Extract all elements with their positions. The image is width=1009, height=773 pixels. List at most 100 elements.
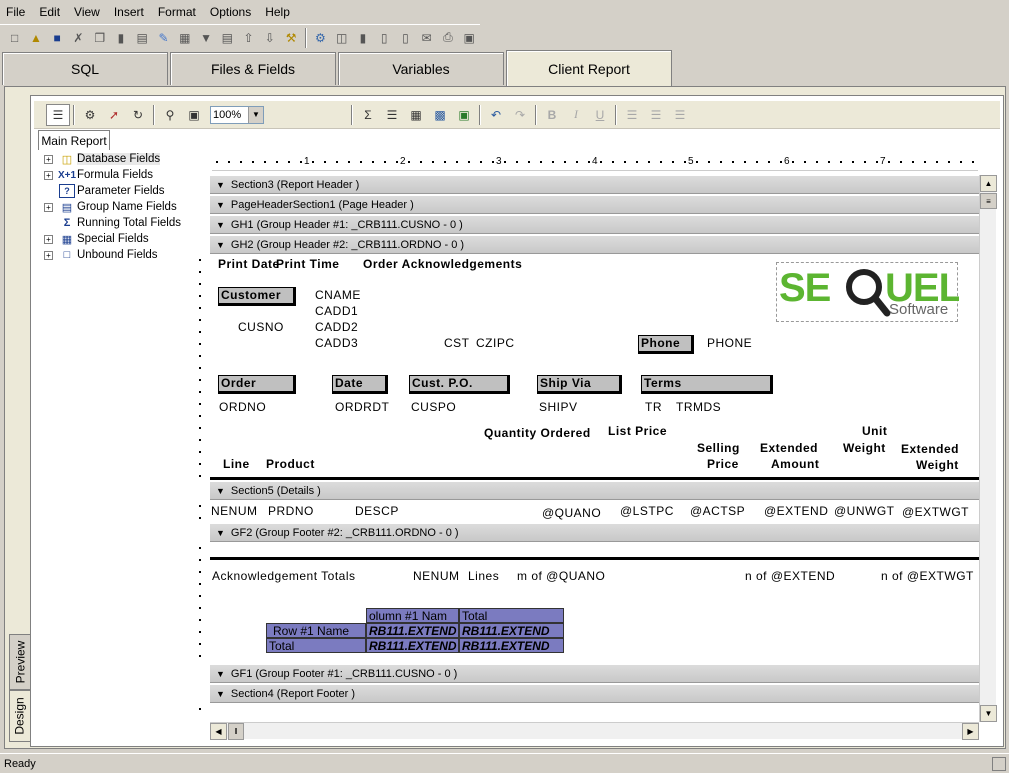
vertical-scrollbar[interactable]: ▲ ≡ ▼	[979, 175, 997, 722]
mail-icon[interactable]: ✉	[416, 27, 437, 49]
tab-sql[interactable]: SQL	[2, 52, 168, 85]
crosstab-total-row-header[interactable]: Total	[266, 638, 366, 653]
field-prdno[interactable]: PRDNO	[268, 504, 314, 518]
column-header-product[interactable]: Product	[266, 457, 315, 471]
tab-design[interactable]: Design	[9, 690, 31, 742]
section-group-footer-2[interactable]: ▼ GF2 (Group Footer #2: _CRB111.ORDNO - 0…	[210, 523, 979, 542]
sum-icon[interactable]: Σ	[356, 104, 380, 126]
crosstab-cell-total[interactable]: RB111.EXTEND	[459, 623, 564, 638]
column-header-weight[interactable]: Weight	[843, 441, 886, 455]
label-terms[interactable]: Terms	[641, 375, 773, 394]
label-cust-po[interactable]: Cust. P.O.	[409, 375, 510, 394]
resize-grip-icon[interactable]	[992, 757, 1006, 771]
menu-edit[interactable]: Edit	[39, 5, 60, 19]
collapse-icon[interactable]: ▼	[216, 180, 225, 190]
label-customer[interactable]: Customer	[218, 287, 296, 306]
footer-divider-line[interactable]	[210, 557, 979, 560]
field-extwgt[interactable]: @EXTWGT	[902, 505, 969, 519]
expand-icon[interactable]: +	[44, 170, 53, 180]
menu-help[interactable]: Help	[265, 5, 290, 19]
group-icon[interactable]: ☰	[380, 104, 404, 126]
document-icon[interactable]: ▯	[374, 27, 395, 49]
expand-icon[interactable]: +	[44, 202, 53, 212]
run-icon[interactable]: ⚙	[310, 27, 331, 49]
crosstab-icon[interactable]: ▦	[404, 104, 428, 126]
label-ship-via[interactable]: Ship Via	[537, 375, 622, 394]
field-extend[interactable]: @EXTEND	[764, 504, 828, 518]
tab-variables[interactable]: Variables	[338, 52, 504, 85]
italic-icon[interactable]: I	[564, 104, 588, 126]
undo-icon[interactable]: ↶	[484, 104, 508, 126]
field-tr[interactable]: TR	[645, 400, 662, 414]
tab-client-report[interactable]: Client Report	[506, 50, 672, 86]
tree-item-special-fields[interactable]: + ▦ Special Fields	[38, 231, 149, 247]
tree-item-unbound-fields[interactable]: + □ Unbound Fields	[38, 247, 158, 263]
tree-item-formula-fields[interactable]: + X+1 Formula Fields	[38, 167, 153, 183]
redo-icon[interactable]: ↷	[508, 104, 532, 126]
chevron-down-icon[interactable]: ▼	[248, 106, 263, 123]
column-header-extended-weight-2[interactable]: Weight	[916, 458, 959, 472]
tab-files-fields[interactable]: Files & Fields	[170, 52, 336, 85]
collapse-icon[interactable]: ▼	[216, 689, 225, 699]
column-header-selling[interactable]: Selling	[697, 441, 740, 455]
label-date[interactable]: Date	[332, 375, 388, 394]
crosstab-column-header[interactable]: olumn #1 Nam	[366, 608, 459, 623]
cut-icon[interactable]: ✗	[68, 27, 89, 49]
field-cadd3[interactable]: CADD3	[315, 336, 358, 350]
print-icon[interactable]: ▤	[217, 27, 238, 49]
field-quano[interactable]: @QUANO	[542, 506, 601, 520]
printer-icon[interactable]: ⎙	[437, 27, 458, 49]
paste-icon[interactable]: ▮	[110, 27, 131, 49]
column-header-line[interactable]: Line	[223, 457, 250, 471]
expand-icon[interactable]: +	[44, 154, 53, 164]
align-left-icon[interactable]: ☰	[620, 104, 644, 126]
crosstab-total-cell[interactable]: RB111.EXTEND	[366, 638, 459, 653]
field-cadd1[interactable]: CADD1	[315, 304, 358, 318]
tree-item-running-total-fields[interactable]: Σ Running Total Fields	[38, 215, 181, 231]
field-sum-extwgt[interactable]: n of @EXTWGT	[881, 569, 974, 583]
expand-icon[interactable]: +	[44, 234, 53, 244]
scroll-thumb[interactable]: ≡	[980, 193, 997, 209]
field-ordno[interactable]: ORDNO	[219, 400, 266, 414]
sequel-software-logo[interactable]: SE UEL SEQUEL Software	[776, 262, 964, 322]
scroll-right-icon[interactable]: ▶	[962, 723, 979, 740]
chart-icon[interactable]: ▩	[428, 104, 452, 126]
label-order[interactable]: Order	[218, 375, 296, 394]
field-trmds[interactable]: TRMDS	[676, 400, 721, 414]
field-actsp[interactable]: @ACTSP	[690, 504, 745, 518]
up-icon[interactable]: ⇧	[238, 27, 259, 49]
picture-icon[interactable]: ▣	[452, 104, 476, 126]
column-header-amount[interactable]: Amount	[771, 457, 819, 471]
field-nenum[interactable]: NENUM	[211, 504, 258, 518]
field-shipv[interactable]: SHIPV	[539, 400, 578, 414]
field-nenum-count[interactable]: NENUM	[413, 569, 460, 583]
field-ordrdt[interactable]: ORDRDT	[335, 400, 389, 414]
collapse-icon[interactable]: ▼	[216, 528, 225, 538]
tools-icon[interactable]: ⚒	[280, 27, 301, 49]
tree-item-database-fields[interactable]: + ◫ Database Fields	[38, 151, 161, 167]
crosstab-row-header[interactable]: Row #1 Name	[266, 623, 366, 638]
search-icon[interactable]: ⚲	[158, 104, 182, 126]
field-cuspo[interactable]: CUSPO	[411, 400, 456, 414]
wand-icon[interactable]: ✎	[153, 27, 174, 49]
bold-icon[interactable]: B	[540, 104, 564, 126]
collapse-icon[interactable]: ▼	[216, 486, 225, 496]
align-right-icon[interactable]: ☰	[668, 104, 692, 126]
scroll-left-icon[interactable]: ◀	[210, 723, 227, 740]
down-arrow-icon[interactable]: ▼	[195, 27, 216, 49]
field-phone[interactable]: PHONE	[707, 336, 752, 350]
field-czipc[interactable]: CZIPC	[476, 336, 515, 350]
label-phone[interactable]: Phone	[638, 335, 694, 354]
expand-icon[interactable]: +	[44, 250, 53, 260]
align-center-icon[interactable]: ☰	[644, 104, 668, 126]
menu-view[interactable]: View	[74, 5, 100, 19]
menu-format[interactable]: Format	[158, 5, 196, 19]
crosstab-grand-total-cell[interactable]: RB111.EXTEND	[459, 638, 564, 653]
section-report-header[interactable]: ▼ Section3 (Report Header )	[210, 175, 979, 194]
tab-main-report[interactable]: Main Report	[38, 130, 110, 150]
column-header-quantity[interactable]: Quantity Ordered	[484, 426, 591, 440]
menu-file[interactable]: File	[6, 5, 25, 19]
tab-preview[interactable]: Preview	[9, 634, 31, 690]
section-group-footer-1[interactable]: ▼ GF1 (Group Footer #1: _CRB111.CUSNO - 0…	[210, 664, 979, 683]
underline-icon[interactable]: U	[588, 104, 612, 126]
